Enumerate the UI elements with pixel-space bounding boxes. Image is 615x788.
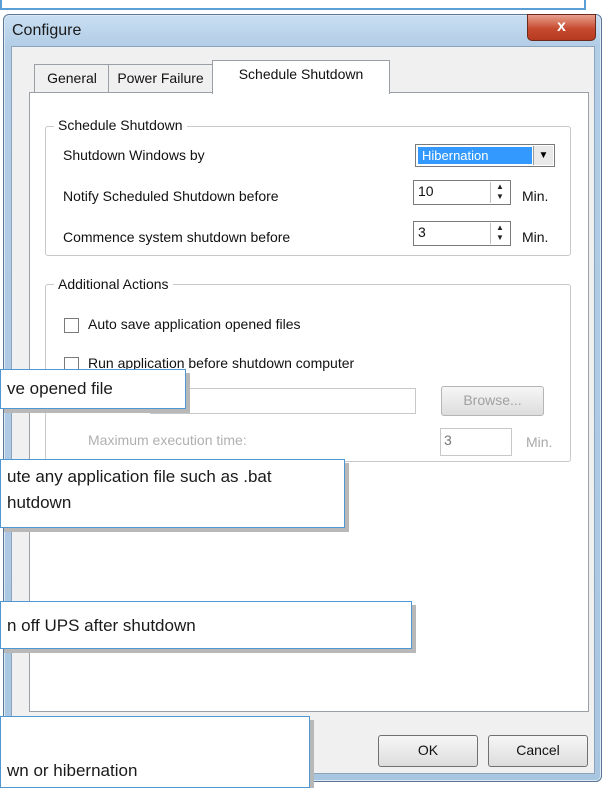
tab-power-failure-label: Power Failure [117, 70, 204, 86]
notify-unit: Min. [522, 188, 549, 204]
auto-save-label: Auto save application opened files [88, 316, 301, 332]
callout-run-application: ute any application file such as .bat hu… [0, 459, 345, 528]
window-title: Configure [12, 22, 82, 39]
callout-turn-off-ups: n off UPS after shutdown [0, 601, 412, 649]
callout-auto-save: ve opened file [0, 369, 186, 409]
max-exec-field[interactable]: 3 [440, 428, 512, 456]
shutdown-by-label: Shutdown Windows by [63, 147, 205, 163]
cancel-button-label: Cancel [516, 742, 560, 758]
ok-button-label: OK [417, 742, 439, 758]
schedule-shutdown-group-title: Schedule Shutdown [54, 117, 187, 133]
browse-button[interactable]: Browse... [441, 386, 544, 416]
callout-run-application-line1: ute any application file such as .bat [7, 467, 272, 486]
application-path-field[interactable] [150, 388, 416, 414]
tab-schedule-shutdown-label: Schedule Shutdown [238, 66, 364, 82]
callout-run-application-line2: hutdown [7, 493, 72, 512]
commence-label: Commence system shutdown before [63, 229, 291, 245]
max-exec-label: Maximum execution time: [88, 432, 247, 448]
dropdown-arrow-icon[interactable]: ▼ [533, 146, 553, 165]
shutdown-by-select[interactable]: Hibernation ▼ [415, 144, 555, 167]
commence-stepper[interactable]: 3 ▲ ▼ [413, 221, 511, 246]
shutdown-by-value: Hibernation [418, 147, 532, 164]
browse-button-label: Browse... [463, 392, 522, 408]
notify-value: 10 [418, 183, 434, 199]
cancel-button[interactable]: Cancel [488, 735, 588, 767]
tab-schedule-shutdown[interactable]: Schedule Shutdown [212, 60, 390, 94]
ok-button[interactable]: OK [378, 735, 478, 767]
stepper-arrows-icon[interactable]: ▲ ▼ [490, 223, 509, 244]
tab-power-failure[interactable]: Power Failure [108, 64, 213, 93]
max-exec-value: 3 [444, 432, 452, 448]
tab-general-label: General [47, 70, 97, 86]
callout-hibernation-text: wn or hibernation [7, 761, 138, 780]
callout-auto-save-text: ve opened file [7, 379, 113, 398]
notify-label: Notify Scheduled Shutdown before [63, 188, 279, 204]
top-callout-frame [0, 0, 586, 10]
commence-value: 3 [418, 224, 426, 240]
stepper-arrows-icon[interactable]: ▲ ▼ [490, 182, 509, 203]
tab-general[interactable]: General [34, 64, 110, 93]
close-icon: x [557, 18, 566, 35]
notify-stepper[interactable]: 10 ▲ ▼ [413, 180, 511, 205]
max-exec-unit: Min. [526, 434, 553, 450]
callout-hibernation: wn or hibernation [0, 716, 310, 788]
additional-actions-group-title: Additional Actions [54, 276, 173, 292]
auto-save-checkbox[interactable] [64, 318, 79, 333]
close-button[interactable]: x [527, 14, 596, 41]
callout-turn-off-ups-text: n off UPS after shutdown [7, 616, 196, 635]
commence-unit: Min. [522, 229, 549, 245]
